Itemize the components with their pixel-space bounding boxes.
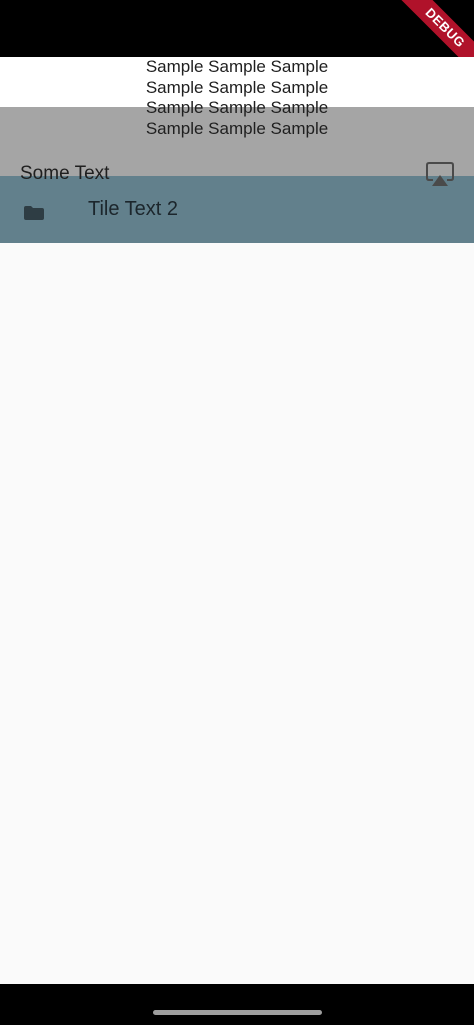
sample-line: Sample Sample Sample [145,118,329,138]
sample-text-block: Sample Sample Sample Sample Sample Sampl… [0,57,474,139]
sample-line: Sample Sample Sample [145,98,329,118]
tile-label: Tile Text 2 [88,198,179,220]
status-bar [0,0,474,57]
home-indicator[interactable] [153,1010,322,1015]
folder-icon [24,206,44,220]
header-title: Some Text [20,163,110,184]
sample-line: Sample Sample Sample [145,77,329,97]
system-navigation-bar [0,984,474,1025]
list-tile[interactable]: Tile Text 2 [0,176,474,243]
sample-line: Sample Sample Sample [145,57,329,76]
airplay-icon[interactable] [426,162,454,188]
